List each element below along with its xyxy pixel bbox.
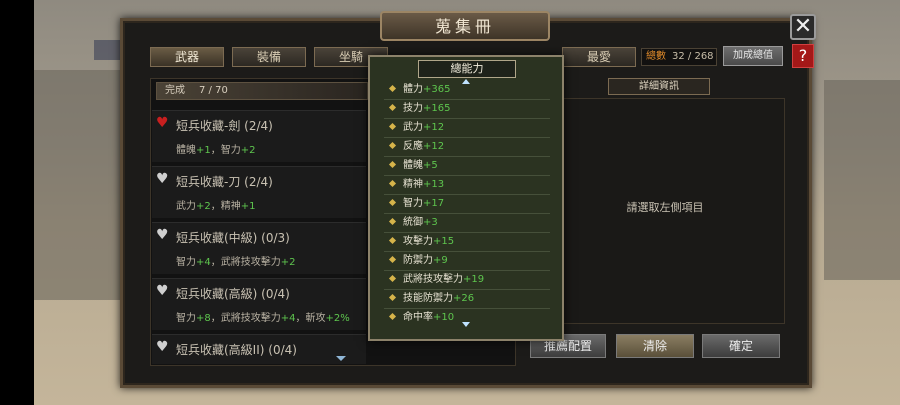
list-item[interactable]: ♥ 短兵收藏-劍 (2/4) 體魄+1，智力+2 <box>152 110 366 162</box>
collection-name: 短兵收藏(高級) (0/4) <box>176 287 290 301</box>
progress-label: 完成 <box>165 85 185 96</box>
list-item[interactable]: ♥ 短兵收藏(高級) (0/4) 智力+8，武將技攻擊力+4，斬攻+2% <box>152 278 366 330</box>
stat-row: 武將技攻擊力+19 <box>384 271 550 290</box>
collection-bonus: 武力+2，精神+1 <box>176 201 256 212</box>
bullet-icon <box>388 198 397 207</box>
stat-row: 技能防禦力+26 <box>384 290 550 309</box>
bullet-icon <box>388 255 397 264</box>
stat-row: 反應+12 <box>384 138 550 157</box>
collection-name: 短兵收藏-劍 (2/4) <box>176 119 273 133</box>
total-label: 總數 <box>646 51 666 62</box>
background-building <box>34 70 124 300</box>
progress-value: 7 / 70 <box>199 85 228 96</box>
stat-row: 武力+12 <box>384 119 550 138</box>
heart-icon[interactable]: ♥ <box>156 115 169 131</box>
heart-icon[interactable]: ♥ <box>156 283 169 299</box>
list-item[interactable]: ♥ 短兵收藏-刀 (2/4) 武力+2，精神+1 <box>152 166 366 218</box>
detail-header: 詳細資訊 <box>608 78 710 95</box>
bullet-icon <box>388 179 397 188</box>
collection-bonus: 智力+4，武將技攻擊力+2 <box>176 257 296 268</box>
bonus-total-button[interactable]: 加成總值 <box>723 46 783 66</box>
scroll-down-icon[interactable] <box>336 356 346 361</box>
bullet-icon <box>388 293 397 302</box>
list-item[interactable]: ♥ 短兵收藏(高級II) (0/4) <box>152 334 366 364</box>
heart-icon[interactable]: ♥ <box>156 227 169 243</box>
stat-row: 技力+165 <box>384 100 550 119</box>
confirm-button[interactable]: 確定 <box>702 334 780 358</box>
bullet-icon <box>388 141 397 150</box>
collection-name: 短兵收藏(高級II) (0/4) <box>176 343 297 357</box>
close-icon[interactable]: ✕ <box>790 14 816 40</box>
tab-favorite[interactable]: 最愛 <box>562 47 636 67</box>
collection-name: 短兵收藏(中級) (0/3) <box>176 231 290 245</box>
clear-button[interactable]: 清除 <box>616 334 694 358</box>
bullet-icon <box>388 103 397 112</box>
stat-row: 精神+13 <box>384 176 550 195</box>
collection-bonus: 智力+8，武將技攻擊力+4，斬攻+2% <box>176 313 350 324</box>
bullet-icon <box>388 217 397 226</box>
heart-icon[interactable]: ♥ <box>156 171 169 187</box>
detail-placeholder: 請選取左側項目 <box>626 201 704 214</box>
stat-row: 智力+17 <box>384 195 550 214</box>
heart-icon[interactable]: ♥ <box>156 339 169 355</box>
bullet-icon <box>388 236 397 245</box>
bullet-icon <box>388 312 397 321</box>
total-count: 總數 32 / 268 <box>641 48 717 66</box>
stat-row: 體力+365 <box>384 81 550 100</box>
tab-weapon[interactable]: 武器 <box>150 47 224 67</box>
help-button[interactable]: ? <box>792 44 814 68</box>
background-building <box>824 80 900 280</box>
window-title: 蒐集冊 <box>380 11 550 41</box>
collection-bonus: 體魄+1，智力+2 <box>176 145 256 156</box>
bullet-icon <box>388 160 397 169</box>
stat-row: 防禦力+9 <box>384 252 550 271</box>
popup-title: 總能力 <box>418 60 516 78</box>
tab-equipment[interactable]: 裝備 <box>232 47 306 67</box>
stat-row: 攻擊力+15 <box>384 233 550 252</box>
total-value: 32 / 268 <box>672 51 714 62</box>
collection-name: 短兵收藏-刀 (2/4) <box>176 175 273 189</box>
list-item[interactable]: ♥ 短兵收藏(中級) (0/3) 智力+4，武將技攻擊力+2 <box>152 222 366 274</box>
bullet-icon <box>388 122 397 131</box>
completion-progress: 完成 7 / 70 <box>156 82 368 100</box>
stat-row: 體魄+5 <box>384 157 550 176</box>
scroll-down-icon[interactable] <box>462 322 470 327</box>
stat-row: 統御+3 <box>384 214 550 233</box>
bullet-icon <box>388 84 397 93</box>
bullet-icon <box>388 274 397 283</box>
